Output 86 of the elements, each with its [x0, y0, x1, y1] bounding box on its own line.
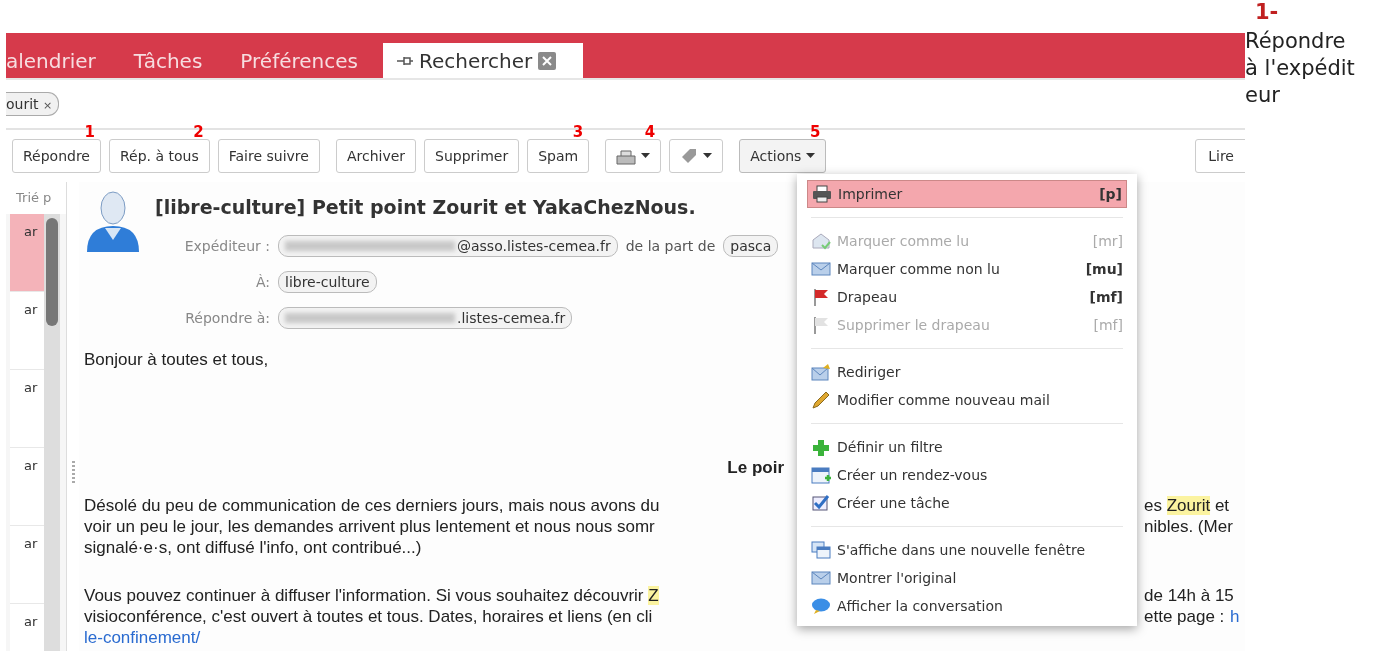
address-chip[interactable]: .listes-cemea.fr	[278, 307, 573, 329]
speech-bubble-icon	[811, 597, 831, 615]
envelope-icon	[811, 260, 831, 278]
message-row[interactable]: ar	[10, 604, 44, 651]
menu-item[interactable]: Définir un filtre	[807, 433, 1127, 461]
printer-icon	[812, 185, 832, 203]
plus-icon	[811, 438, 831, 456]
field-label: Expéditeur :	[183, 238, 270, 254]
avatar-icon	[85, 190, 141, 254]
toolbar-button[interactable]: Spam	[527, 139, 590, 173]
heading-text: Le poir	[727, 458, 784, 477]
menu-item[interactable]: S'affiche dans une nouvelle fenêtre	[807, 536, 1127, 564]
address-chip[interactable]: pasca	[723, 235, 779, 257]
step-number: 1-	[1254, 0, 1280, 24]
envelope-check-icon	[811, 232, 831, 250]
body-text: Vous pouvez continuer à diffuser l'information. Si vous souhaitez découvrir Z	[84, 585, 659, 605]
flag-icon	[811, 288, 831, 306]
menu-item[interactable]: Créer une tâche	[807, 489, 1127, 517]
toolbar-button[interactable]	[669, 139, 724, 173]
checkbox-icon	[811, 494, 831, 512]
splitter-grip[interactable]	[71, 460, 75, 483]
tab[interactable]: alendrier	[6, 43, 96, 78]
link[interactable]: le-confinement/	[84, 627, 201, 648]
greeting-text: Bonjour à toutes et tous,	[84, 350, 270, 370]
caret-icon	[806, 153, 816, 159]
windows-icon	[811, 541, 831, 559]
envelope-icon	[811, 569, 831, 587]
pencil-icon	[811, 391, 831, 409]
step-number: 1	[84, 124, 95, 141]
flag-icon	[811, 316, 831, 334]
caret-icon	[703, 153, 713, 159]
body-text: voir un peu le jour, les demandes arrivent plus lentement et nous nous somr	[84, 516, 655, 536]
step-description: Répondre à l'expéditeur	[1245, 28, 1356, 109]
field-label: À:	[254, 274, 270, 290]
search-chip[interactable]: ourit ×	[6, 92, 60, 116]
toolbar-button[interactable]: Répondre	[12, 139, 101, 173]
toolbar-button[interactable]: Rép. à tous	[109, 139, 210, 173]
step-number: 5	[809, 124, 821, 141]
message-row[interactable]: ar	[10, 526, 44, 604]
tab[interactable]: Rechercher	[383, 43, 583, 78]
step-number: 2	[193, 124, 204, 141]
address-chip[interactable]: @asso.listes-cemea.fr	[278, 235, 618, 257]
message-row[interactable]: ar	[10, 214, 44, 292]
link[interactable]: h	[1230, 606, 1240, 627]
close-icon[interactable]	[538, 51, 557, 70]
remove-button[interactable]: ×	[43, 99, 53, 112]
body-text: visioconférence, c'est ouvert à toutes et tous. Dates, horaires et liens (en cli	[84, 606, 653, 626]
column-header[interactable]: Trié p	[6, 182, 60, 214]
step-number: 3	[572, 124, 584, 141]
toolbar-button[interactable]	[605, 139, 662, 173]
address-chip[interactable]: libre-culture	[278, 271, 377, 293]
toolbar-button[interactable]: Lire	[1195, 139, 1245, 173]
body-text: signalé·e·s, ont diffusé l'info, ont contribué...)	[84, 537, 422, 557]
menu-item[interactable]: Marquer comme non lu [mu]	[807, 255, 1127, 283]
tag-icon	[680, 147, 699, 165]
menu-item[interactable]: Modifier comme nouveau mail	[807, 386, 1127, 414]
menu-item[interactable]: Créer un rendez-vous	[807, 461, 1127, 489]
message-row[interactable]: ar	[10, 370, 44, 448]
body-text: Désolé du peu de communication de ces derniers jours, mais nous avons du	[84, 495, 660, 515]
body-text: nibles. (Mer	[1144, 516, 1233, 537]
toolbar-button[interactable]: Archiver	[335, 139, 417, 173]
toolbar-button[interactable]: Actions	[739, 139, 827, 173]
body-text: de 14h à 15	[1144, 585, 1234, 606]
body-text: ette page :	[1144, 606, 1225, 627]
menu-item[interactable]: Montrer l'original	[807, 564, 1127, 592]
scrollbar-thumb[interactable]	[46, 218, 58, 326]
tab[interactable]: Préférences	[240, 43, 358, 78]
menu-item[interactable]: Imprimer [p]	[807, 180, 1127, 208]
envelope-arrow-icon	[811, 363, 831, 381]
tab[interactable]: Tâches	[133, 43, 203, 78]
body-text: es Zourit et	[1144, 495, 1230, 516]
menu-item[interactable]: Drapeau [mf]	[807, 283, 1127, 311]
field-label: Répondre à:	[184, 310, 270, 326]
message-row[interactable]: ar	[10, 448, 44, 526]
calendar-icon	[811, 466, 831, 484]
printer-icon	[616, 147, 637, 165]
message-row[interactable]: ar	[10, 292, 44, 370]
message-subject: [libre-culture] Petit point Zourit et YakaChezNous.	[155, 196, 697, 218]
toolbar-button[interactable]: Supprimer	[424, 139, 520, 173]
pin-icon	[397, 55, 413, 66]
menu-item[interactable]: Afficher la conversation	[807, 592, 1127, 620]
toolbar-button[interactable]: Faire suivre	[217, 139, 320, 173]
caret-icon	[641, 153, 651, 159]
step-number: 4	[644, 124, 656, 141]
menu-item[interactable]: Rediriger	[807, 358, 1127, 386]
field-label: de la part de	[625, 238, 716, 254]
